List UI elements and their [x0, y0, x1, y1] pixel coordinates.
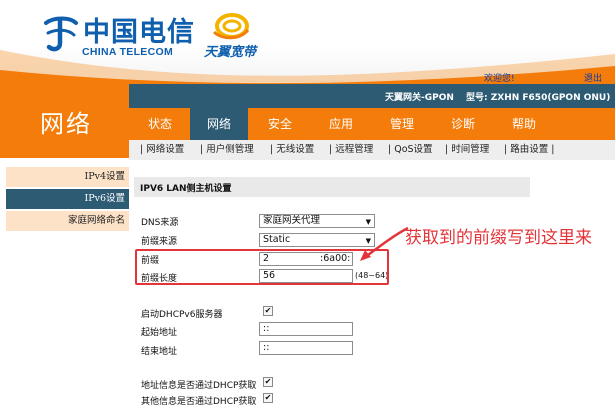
brand-telecom-cn: 中国电信 — [83, 17, 195, 48]
sidebar-item-home-network-name[interactable]: 家庭网络命名 — [6, 211, 129, 231]
tab-diagnosis[interactable]: 诊断 — [435, 108, 491, 140]
sidebar-item-ipv6[interactable]: IPv6设置 — [6, 189, 129, 209]
model-label: 型号: ZXHN F650(GPON ONU) — [466, 93, 611, 103]
tab-help[interactable]: 帮助 — [496, 108, 552, 140]
sidebar-item-label: IPv4设置 — [84, 171, 125, 182]
sidebar-item-label: 家庭网络命名 — [67, 215, 125, 226]
prefix-highlight-box — [135, 249, 389, 285]
dhcpv6-label: 启动DHCPv6服务器 — [141, 310, 223, 320]
subtab-remote[interactable]: | 远程管理 — [329, 140, 373, 160]
tab-management[interactable]: 管理 — [374, 108, 430, 140]
start-address-label: 起始地址 — [141, 328, 178, 338]
brand-telecom-en: CHINA TELECOM — [82, 46, 174, 58]
section-title: IPV6 LAN侧主机设置 — [140, 184, 232, 194]
tab-security[interactable]: 安全 — [252, 108, 308, 140]
china-telecom-logo-icon — [44, 16, 78, 52]
address-dhcp-label: 地址信息是否通过DHCP获取 — [141, 381, 257, 391]
tab-status[interactable]: 状态 — [132, 108, 188, 140]
start-address-input[interactable]: :: — [259, 322, 353, 336]
other-dhcp-label: 其他信息是否通过DHCP获取 — [141, 397, 257, 407]
subtab-time[interactable]: | 时间管理 — [445, 140, 489, 160]
logout-link[interactable]: 退出 — [584, 71, 602, 84]
gateway-label: 天翼网关-GPON — [385, 93, 454, 103]
dhcpv6-checkbox[interactable]: ✔ — [263, 306, 273, 316]
end-address-input[interactable]: :: — [259, 341, 353, 355]
tianyi-logo-icon — [212, 13, 250, 40]
brand-tianyi: 天翼宽带 — [204, 45, 257, 60]
subtab-qos[interactable]: | QoS设置 — [388, 140, 433, 160]
welcome-text: 欢迎您! — [484, 74, 515, 84]
subtab-user-side[interactable]: | 用户侧管理 — [200, 140, 254, 160]
sidebar-item-ipv4[interactable]: IPv4设置 — [6, 167, 129, 187]
left-title: 网络 — [40, 110, 92, 138]
subtab-network-settings[interactable]: | 网络设置 — [140, 140, 184, 160]
end-address-label: 结束地址 — [141, 347, 178, 357]
annotation-arrow-icon — [360, 226, 409, 261]
address-dhcp-checkbox[interactable]: ✔ — [263, 377, 273, 387]
subtab-wireless[interactable]: | 无线设置 — [270, 140, 314, 160]
tab-application[interactable]: 应用 — [313, 108, 369, 140]
tab-network[interactable]: 网络 — [190, 108, 248, 140]
annotation-text: 获取到的前缀写到这里来 — [405, 228, 592, 248]
prefix-source-label: 前缀来源 — [141, 237, 178, 247]
subtab-route[interactable]: | 路由设置 | — [504, 140, 554, 160]
sidebar-item-label: IPv6设置 — [84, 193, 125, 204]
other-dhcp-checkbox[interactable]: ✔ — [263, 393, 273, 403]
dns-source-label: DNS来源 — [141, 218, 179, 228]
